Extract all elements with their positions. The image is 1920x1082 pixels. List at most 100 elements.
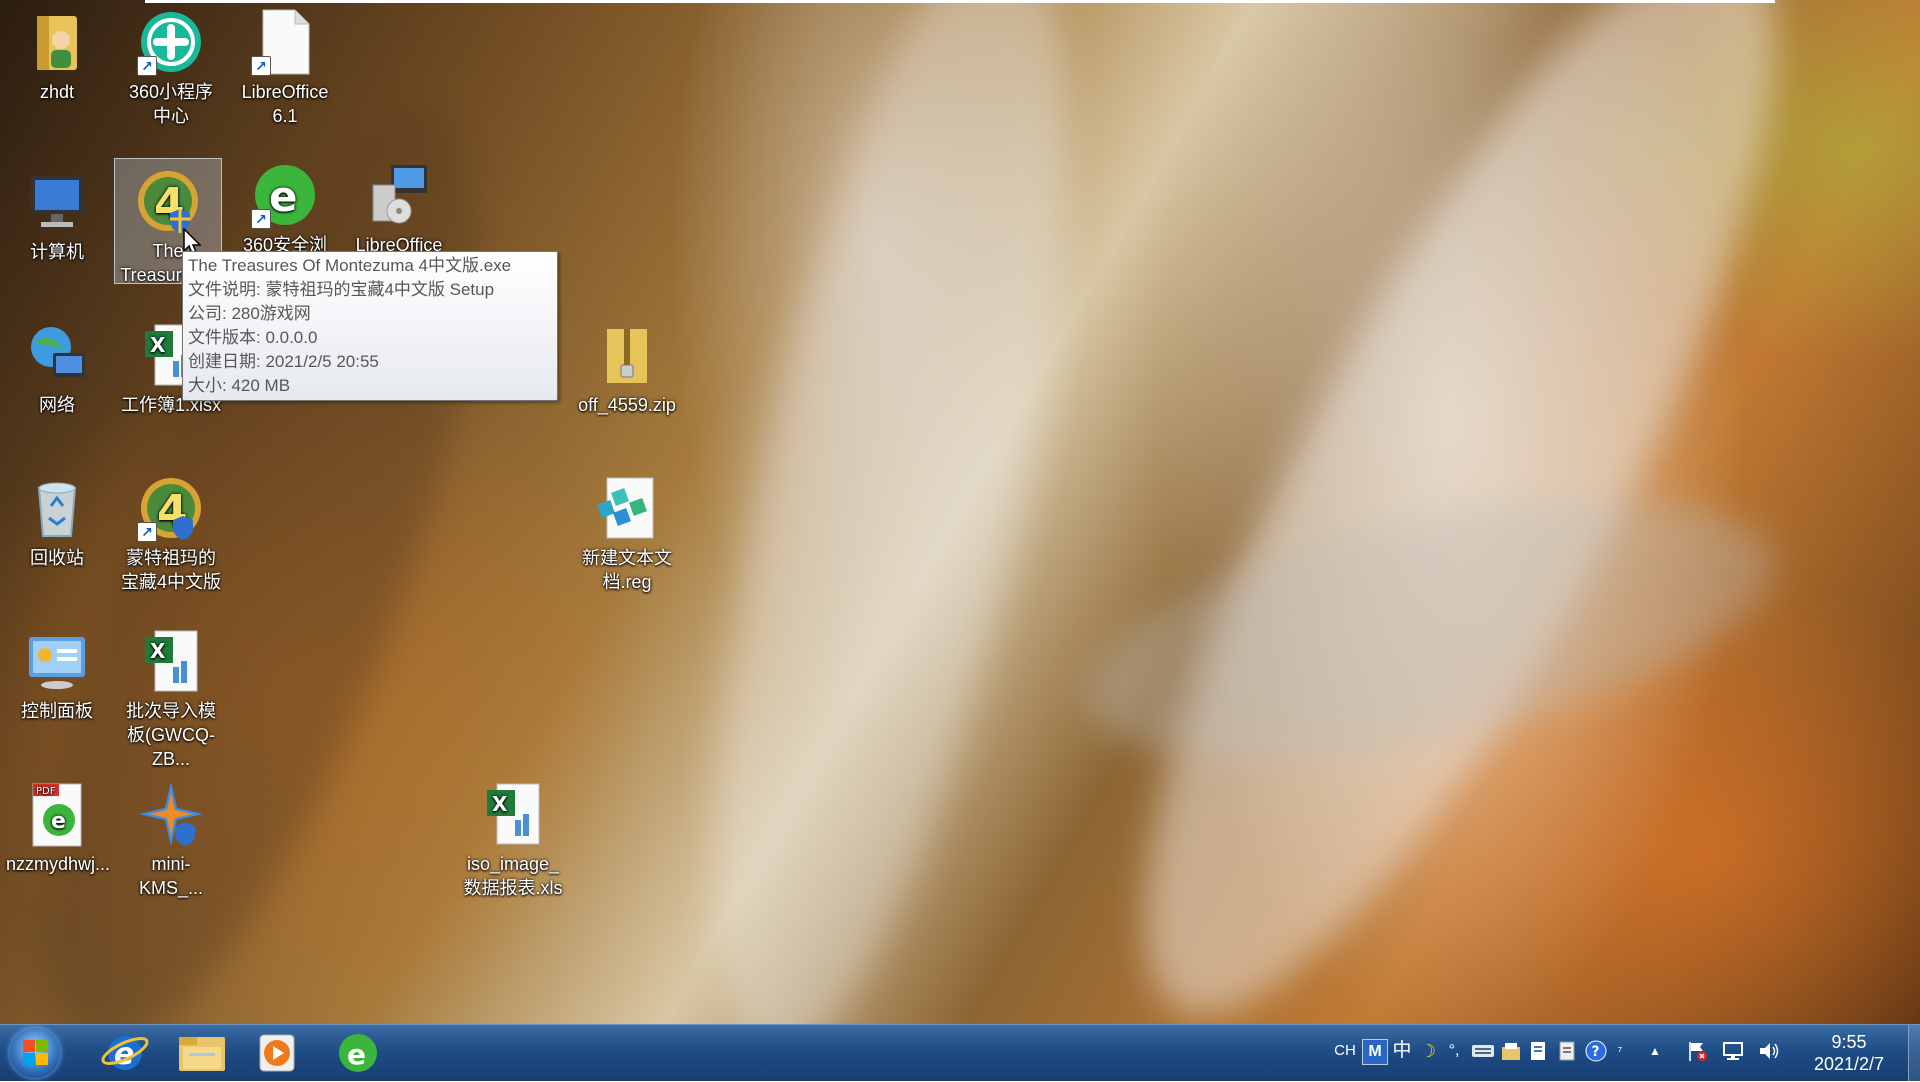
document-file-icon: ↗ bbox=[249, 6, 321, 78]
icon-label: 新建文本文档.reg bbox=[582, 548, 672, 592]
shortcut-arrow-icon: ↗ bbox=[137, 522, 157, 542]
desktop-icon-reg-file[interactable]: 新建文本文档.reg bbox=[574, 466, 680, 594]
icon-label: 批次导入模板(GWCQ-ZB... bbox=[126, 701, 216, 769]
icon-label: 计算机 bbox=[30, 242, 84, 262]
start-button[interactable] bbox=[10, 1028, 60, 1078]
taskbar-360-browser-button[interactable]: e bbox=[327, 1029, 389, 1077]
svg-text:e: e bbox=[269, 172, 298, 221]
icon-label: zhdt bbox=[39, 82, 75, 102]
clock-time: 9:55 bbox=[1831, 1032, 1867, 1052]
desktop-icon-360-mini[interactable]: ↗ 360小程序中心 bbox=[118, 0, 224, 128]
tooltip-version: 文件版本: 0.0.0.0 bbox=[188, 328, 318, 347]
ime-chinese-mode[interactable]: 中 bbox=[1390, 1039, 1414, 1063]
user-folder-icon bbox=[21, 6, 93, 78]
icon-label: 网络 bbox=[39, 395, 75, 415]
show-hidden-icons-arrow[interactable]: ▲ bbox=[1644, 1039, 1666, 1063]
ime-skin-icon[interactable] bbox=[1498, 1039, 1524, 1063]
ie-icon: e bbox=[101, 1036, 149, 1072]
icon-label: off_4559.zip bbox=[578, 395, 676, 415]
windows-logo-part bbox=[36, 1040, 48, 1052]
folder-icon bbox=[179, 1037, 225, 1071]
tooltip-size: 大小: 420 MB bbox=[188, 376, 291, 395]
ime-settings-icon[interactable]: ⁷ bbox=[1612, 1039, 1628, 1063]
shortcut-arrow-icon: ↗ bbox=[251, 56, 271, 76]
kms-star-icon bbox=[135, 778, 207, 850]
icon-label: 蒙特祖玛的宝藏4中文版 bbox=[120, 548, 221, 592]
desktop-icon-batch-template[interactable]: X 批次导入模板(GWCQ-ZB... bbox=[118, 619, 224, 771]
recycle-bin-icon bbox=[21, 472, 93, 544]
installer-computer-icon bbox=[363, 159, 435, 231]
pdf-browser-file-icon: PDF e bbox=[21, 778, 93, 850]
icon-label: 控制面板 bbox=[21, 701, 93, 721]
windows-logo-part bbox=[23, 1053, 35, 1065]
shortcut-arrow-icon: ↗ bbox=[137, 56, 157, 76]
desktop-icon-computer[interactable]: 计算机 bbox=[4, 160, 110, 264]
action-center-flag-icon[interactable] bbox=[1684, 1039, 1710, 1063]
icon-label: LibreOffice 6.1 bbox=[241, 82, 329, 126]
ime-tools-icon[interactable] bbox=[1526, 1039, 1552, 1063]
desktop-icon-libreoffice-app[interactable]: LibreOffice bbox=[346, 153, 452, 257]
360-browser-icon: e ↗ bbox=[249, 159, 321, 231]
desktop-icon-nzz-pdf[interactable]: PDF e nzzmydhwj... bbox=[4, 772, 110, 876]
tooltip-filename: The Treasures Of Montezuma 4中文版.exe bbox=[188, 256, 512, 275]
icon-label: iso_image_数据报表.xls bbox=[463, 854, 563, 898]
icon-label: mini-KMS_... bbox=[138, 854, 204, 898]
360-browser-icon: e bbox=[339, 1034, 377, 1072]
computer-icon bbox=[21, 166, 93, 238]
system-clock[interactable]: 9:55 2021/2/7 bbox=[1794, 1031, 1904, 1075]
icon-label: 回收站 bbox=[30, 548, 84, 568]
desktop-icon-libreoffice-61[interactable]: ↗ LibreOffice 6.1 bbox=[232, 0, 338, 128]
ime-m-icon[interactable]: M bbox=[1362, 1039, 1388, 1065]
language-indicator[interactable]: CH bbox=[1332, 1039, 1358, 1063]
file-info-tooltip: The Treasures Of Montezuma 4中文版.exe 文件说明… bbox=[182, 251, 558, 401]
zip-folder-icon bbox=[591, 319, 663, 391]
ime-document-icon[interactable] bbox=[1554, 1039, 1580, 1063]
svg-text:e: e bbox=[51, 809, 66, 834]
windows-logo-icon bbox=[23, 1040, 35, 1052]
taskbar-explorer-button[interactable] bbox=[171, 1029, 233, 1077]
desktop-icon-zhdt[interactable]: zhdt bbox=[4, 0, 110, 104]
icon-label: nzzmydhwj... bbox=[6, 854, 111, 874]
desktop-icon-control-panel[interactable]: 控制面板 bbox=[4, 619, 110, 723]
network-status-icon[interactable] bbox=[1720, 1039, 1746, 1063]
desktop-icon-iso-image[interactable]: X iso_image_数据报表.xls bbox=[460, 772, 566, 900]
tooltip-company: 公司: 280游戏网 bbox=[188, 304, 311, 323]
desktop-icon-recycle-bin[interactable]: 回收站 bbox=[4, 466, 110, 570]
icon-label: 360小程序中心 bbox=[128, 82, 214, 126]
excel-file-icon: X bbox=[477, 778, 549, 850]
excel-file-icon: X bbox=[135, 625, 207, 697]
keyboard-icon[interactable] bbox=[1470, 1039, 1496, 1063]
volume-icon[interactable] bbox=[1756, 1039, 1782, 1063]
window-top-edge bbox=[145, 0, 1775, 3]
desktop[interactable]: zhdt 计算机 网络 回收站 控制面板 PDF e nzzmydhwj... bbox=[0, 0, 1920, 1024]
svg-text:X: X bbox=[492, 792, 508, 816]
svg-text:X: X bbox=[150, 639, 166, 663]
moon-icon[interactable]: ☽ bbox=[1416, 1039, 1440, 1063]
tooltip-description: 文件说明: 蒙特祖玛的宝藏4中文版 Setup bbox=[188, 280, 495, 299]
treasures-game-icon: 4 bbox=[132, 165, 204, 237]
desktop-icon-zip[interactable]: off_4559.zip bbox=[574, 313, 680, 417]
svg-text:e: e bbox=[347, 1038, 366, 1071]
help-icon[interactable]: ? bbox=[1584, 1039, 1608, 1063]
show-desktop-button[interactable] bbox=[1908, 1025, 1920, 1081]
taskbar-ie-button[interactable]: e bbox=[94, 1029, 156, 1077]
svg-text:?: ? bbox=[1592, 1044, 1600, 1060]
media-player-icon bbox=[259, 1034, 295, 1072]
registry-file-icon bbox=[591, 472, 663, 544]
360-mini-program-icon: ↗ bbox=[135, 6, 207, 78]
desktop-icon-montezuma[interactable]: 4 ↗ 蒙特祖玛的宝藏4中文版 bbox=[118, 466, 224, 594]
ime-punctuation[interactable]: °, bbox=[1442, 1039, 1466, 1063]
tooltip-created: 创建日期: 2021/2/5 20:55 bbox=[188, 352, 379, 371]
control-panel-icon bbox=[21, 625, 93, 697]
desktop-icon-network[interactable]: 网络 bbox=[4, 313, 110, 417]
desktop-icon-mini-kms[interactable]: mini-KMS_... bbox=[118, 772, 224, 900]
desktop-icon-360-browser[interactable]: e ↗ 360安全浏览器 bbox=[232, 153, 338, 257]
shortcut-arrow-icon: ↗ bbox=[251, 209, 271, 229]
treasures-game-icon: 4 ↗ bbox=[135, 472, 207, 544]
svg-text:X: X bbox=[150, 333, 166, 357]
taskbar-media-player-button[interactable] bbox=[246, 1029, 308, 1077]
network-globe-icon bbox=[21, 319, 93, 391]
svg-text:PDF: PDF bbox=[36, 786, 56, 797]
windows-logo-part bbox=[36, 1053, 48, 1065]
taskbar: e e CH M 中 ☽ °, ? ⁷ ▲ 9:55 2021/2/7 bbox=[0, 1024, 1920, 1081]
